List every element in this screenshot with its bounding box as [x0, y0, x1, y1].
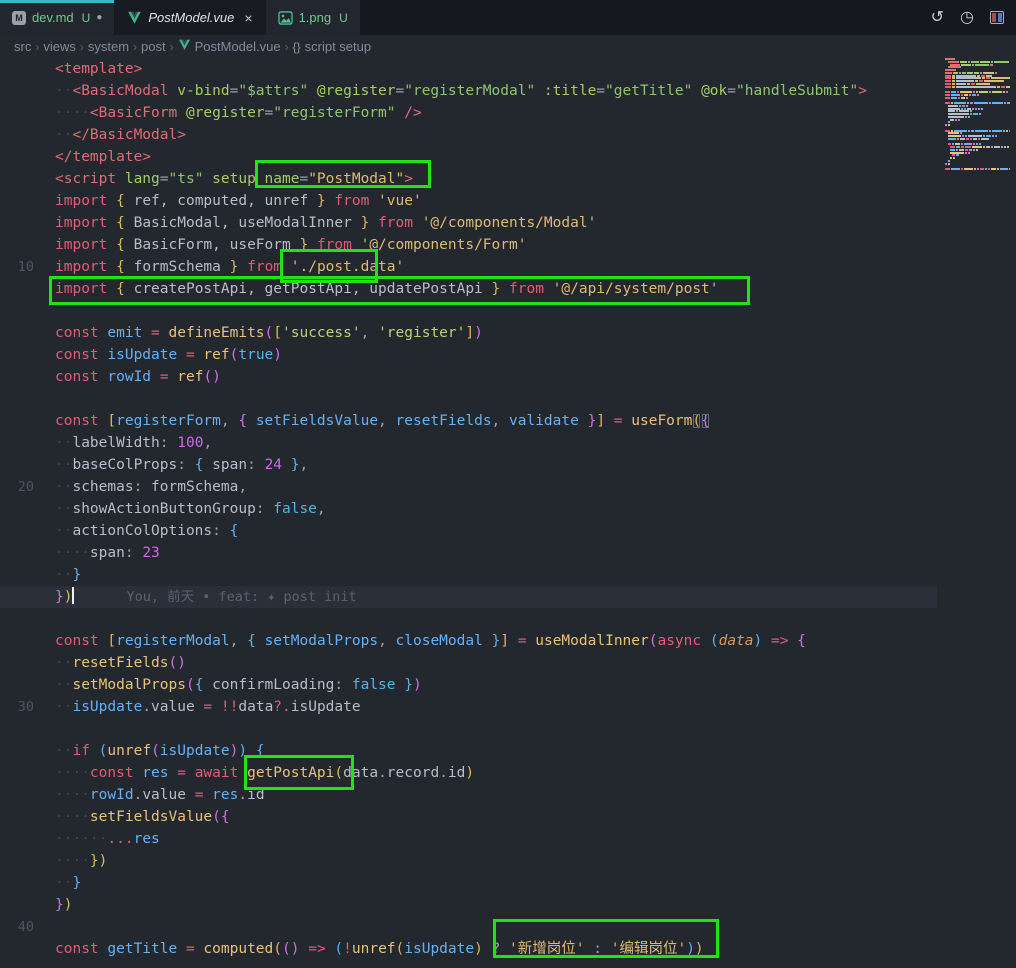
tab-label: dev.md: [32, 10, 74, 25]
clock-icon[interactable]: ◷: [960, 10, 974, 26]
code-line[interactable]: ····}): [55, 850, 937, 872]
code-line[interactable]: const rowId = ref(): [55, 366, 937, 388]
tab-strip-empty: [361, 0, 931, 35]
history-icon[interactable]: ↺: [931, 10, 944, 26]
code-line[interactable]: ··</BasicModal>: [55, 124, 937, 146]
code-line[interactable]: ··if (unref(isUpdate)) {: [55, 740, 937, 762]
git-blame-annotation: You, 前天 • feat: ✦ post init: [126, 589, 356, 605]
code-line[interactable]: import { BasicModal, useModalInner } fro…: [55, 212, 937, 234]
code-line[interactable]: ······...res: [55, 828, 937, 850]
code-line[interactable]: ··}: [55, 564, 937, 586]
code-line[interactable]: [55, 718, 937, 740]
code-line[interactable]: }): [55, 894, 937, 916]
code-line[interactable]: ··resetFields(): [55, 652, 937, 674]
breadcrumb-item-views[interactable]: views: [43, 39, 76, 54]
code-line[interactable]: ··schemas: formSchema,: [55, 476, 937, 498]
code-line[interactable]: ····const res = await getPostApi(data.re…: [55, 762, 937, 784]
breadcrumb-item-system[interactable]: system: [88, 39, 129, 54]
breadcrumb-item-symbol[interactable]: {} script setup: [293, 39, 372, 54]
code-line[interactable]: [55, 388, 937, 410]
code-line[interactable]: ··labelWidth: 100,: [55, 432, 937, 454]
minimap[interactable]: [945, 58, 1010, 968]
git-status-badge: U: [339, 11, 348, 25]
git-status-badge: U: [82, 11, 91, 25]
breadcrumb-item-src[interactable]: src: [14, 39, 31, 54]
code-line[interactable]: import { createPostApi, getPostApi, upda…: [55, 278, 937, 300]
tab-postmodel-vue[interactable]: PostModel.vue ×: [115, 0, 265, 35]
vue-icon: [178, 39, 191, 54]
tab-label: 1.png: [299, 10, 332, 25]
code-line[interactable]: const [registerModal, { setModalProps, c…: [55, 630, 937, 652]
curly-braces-icon: {}: [293, 40, 301, 54]
code-line[interactable]: ····span: 23: [55, 542, 937, 564]
code-line[interactable]: [55, 300, 937, 322]
code-line[interactable]: ··isUpdate.value = !!data?.isUpdate: [55, 696, 937, 718]
code-line[interactable]: <template>: [55, 58, 937, 80]
code-line[interactable]: [55, 608, 937, 630]
unsaved-dot-icon[interactable]: ●: [96, 12, 102, 23]
code-line[interactable]: ··}: [55, 872, 937, 894]
breadcrumb-item-file[interactable]: PostModel.vue: [178, 39, 281, 54]
code-line[interactable]: const getTitle = computed(() => (!unref(…: [55, 938, 937, 960]
code-line[interactable]: const isUpdate = ref(true): [55, 344, 937, 366]
editor-actions: ↺ ◷: [931, 0, 1016, 35]
vue-icon: [127, 11, 142, 25]
tab-bar: M dev.md U ● PostModel.vue × 1.png U ↺ ◷: [0, 0, 1016, 35]
code-line[interactable]: ··setModalProps({ confirmLoading: false …: [55, 674, 937, 696]
code-line[interactable]: })You, 前天 • feat: ✦ post init: [0, 586, 937, 608]
tab-accent-bar: [0, 0, 114, 3]
code-line[interactable]: ····rowId.value = res.id: [55, 784, 937, 806]
code-line[interactable]: ····<BasicForm @register="registerForm" …: [55, 102, 937, 124]
code-line[interactable]: ··baseColProps: { span: 24 },: [55, 454, 937, 476]
code-line[interactable]: import { formSchema } from './post.data': [55, 256, 937, 278]
tab-1-png[interactable]: 1.png U: [266, 0, 361, 35]
code-line[interactable]: const emit = defineEmits(['success', 're…: [55, 322, 937, 344]
code-line[interactable]: ··actionColOptions: {: [55, 520, 937, 542]
code-line[interactable]: ··<BasicModal v-bind="$attrs" @register=…: [55, 80, 937, 102]
markdown-icon: M: [12, 11, 26, 25]
code-line[interactable]: </template>: [55, 146, 937, 168]
code-line[interactable]: ····setFieldsValue({: [55, 806, 937, 828]
code-line[interactable]: import { ref, computed, unref } from 'vu…: [55, 190, 937, 212]
text-cursor: [72, 587, 74, 604]
code-line[interactable]: [55, 916, 937, 938]
tab-dev-md[interactable]: M dev.md U ●: [0, 0, 115, 35]
breadcrumb: src› views› system› post› PostModel.vue …: [0, 35, 1016, 58]
code-line[interactable]: <script lang="ts" setup name="PostModal"…: [55, 168, 937, 190]
code-line[interactable]: const [registerForm, { setFieldsValue, r…: [55, 410, 937, 432]
close-icon[interactable]: ×: [244, 10, 252, 26]
breadcrumb-item-post[interactable]: post: [141, 39, 166, 54]
image-icon: [278, 11, 293, 25]
code-line[interactable]: ··showActionButtonGroup: false,: [55, 498, 937, 520]
split-editor-icon[interactable]: [990, 11, 1004, 24]
tab-label: PostModel.vue: [148, 10, 234, 25]
code-lines: <template>··<BasicModal v-bind="$attrs" …: [0, 58, 937, 960]
editor: 1020253040 <template>··<BasicModal v-bin…: [0, 58, 1016, 968]
code-line[interactable]: import { BasicForm, useForm } from '@/co…: [55, 234, 937, 256]
